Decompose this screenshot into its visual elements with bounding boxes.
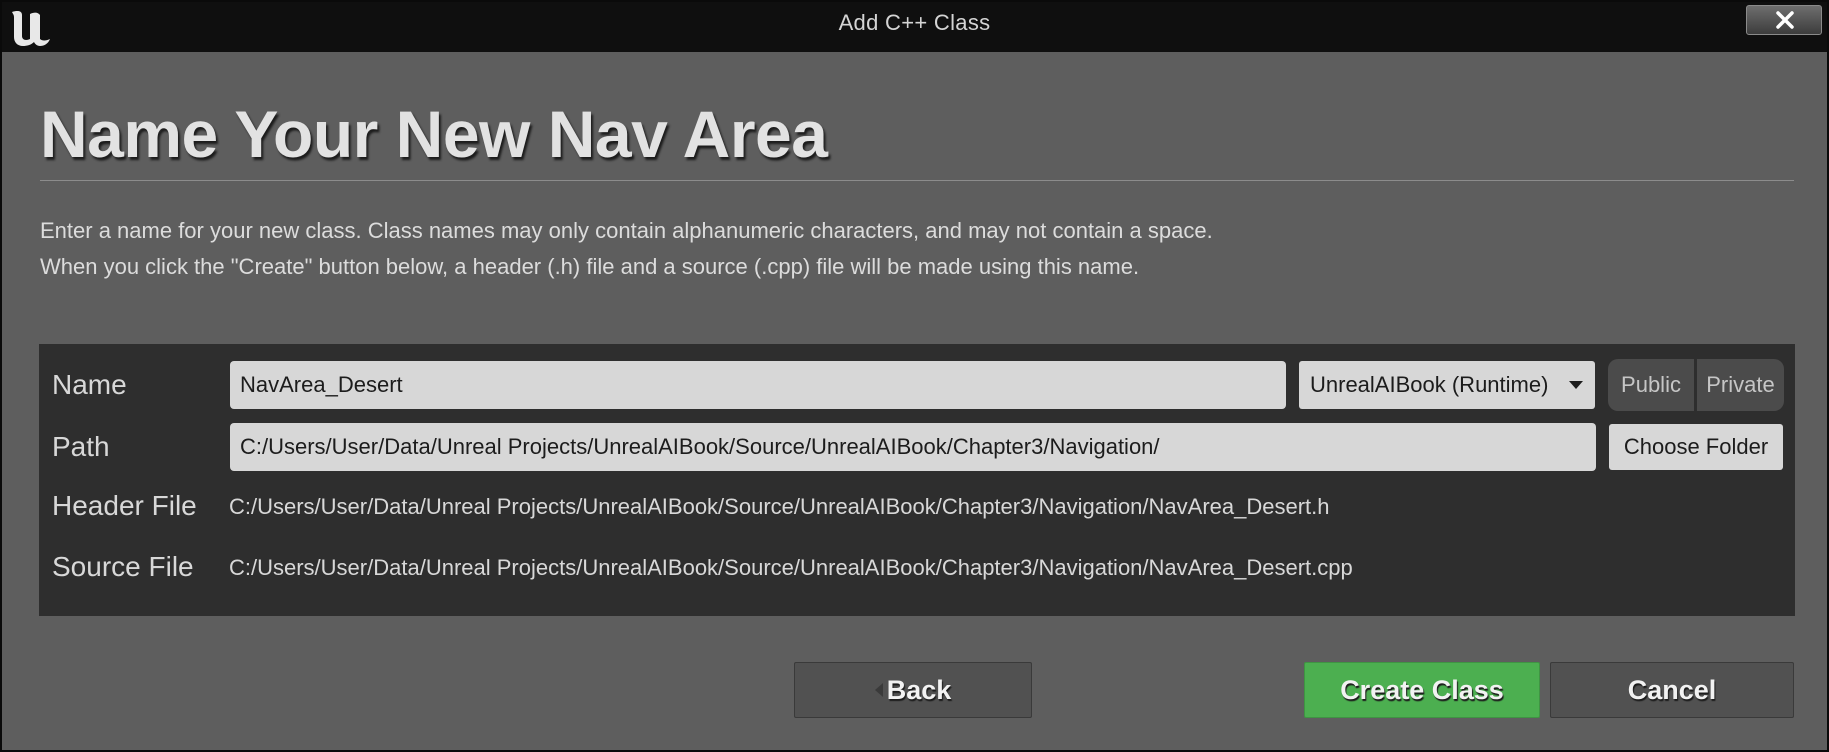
description-line-2: When you click the "Create" button below… [40,254,1140,279]
class-name-input[interactable]: NavArea_Desert [230,361,1286,409]
cancel-button[interactable]: Cancel [1550,662,1794,718]
back-button-label: Back [886,675,952,705]
close-button[interactable] [1746,5,1822,35]
chevron-left-icon [874,682,883,697]
create-class-button[interactable]: Create Class [1304,662,1540,718]
path-input[interactable]: C:/Users/User/Data/Unreal Projects/Unrea… [230,423,1596,471]
header-file-label: Header File [52,490,197,521]
close-icon [1776,11,1794,29]
header-file-path: C:/Users/User/Data/Unreal Projects/Unrea… [229,494,1330,519]
module-dropdown[interactable]: UnrealAIBook (Runtime) [1299,361,1595,409]
source-file-path: C:/Users/User/Data/Unreal Projects/Unrea… [229,555,1353,580]
back-button[interactable]: Back [794,662,1032,718]
visibility-toggle: Public Private [1608,359,1784,411]
path-label: Path [52,431,110,462]
description-line-1: Enter a name for your new class. Class n… [40,218,1213,243]
title-divider [40,180,1794,181]
class-settings-panel: Name NavArea_Desert UnrealAIBook (Runtim… [39,344,1795,616]
module-dropdown-value: UnrealAIBook (Runtime) [1310,372,1549,397]
window-title: Add C++ Class [838,10,991,35]
source-file-label: Source File [52,551,194,582]
title-bar: Add C++ Class [2,2,1827,52]
add-cpp-class-dialog: Add C++ Class Name Your New Nav Area Ent… [0,0,1829,752]
chevron-down-icon [1569,381,1583,389]
public-toggle-button[interactable]: Public [1608,359,1694,411]
private-toggle-button[interactable]: Private [1697,359,1784,411]
page-title: Name Your New Nav Area [40,97,828,171]
name-label: Name [52,369,127,400]
choose-folder-button[interactable]: Choose Folder [1609,424,1783,470]
